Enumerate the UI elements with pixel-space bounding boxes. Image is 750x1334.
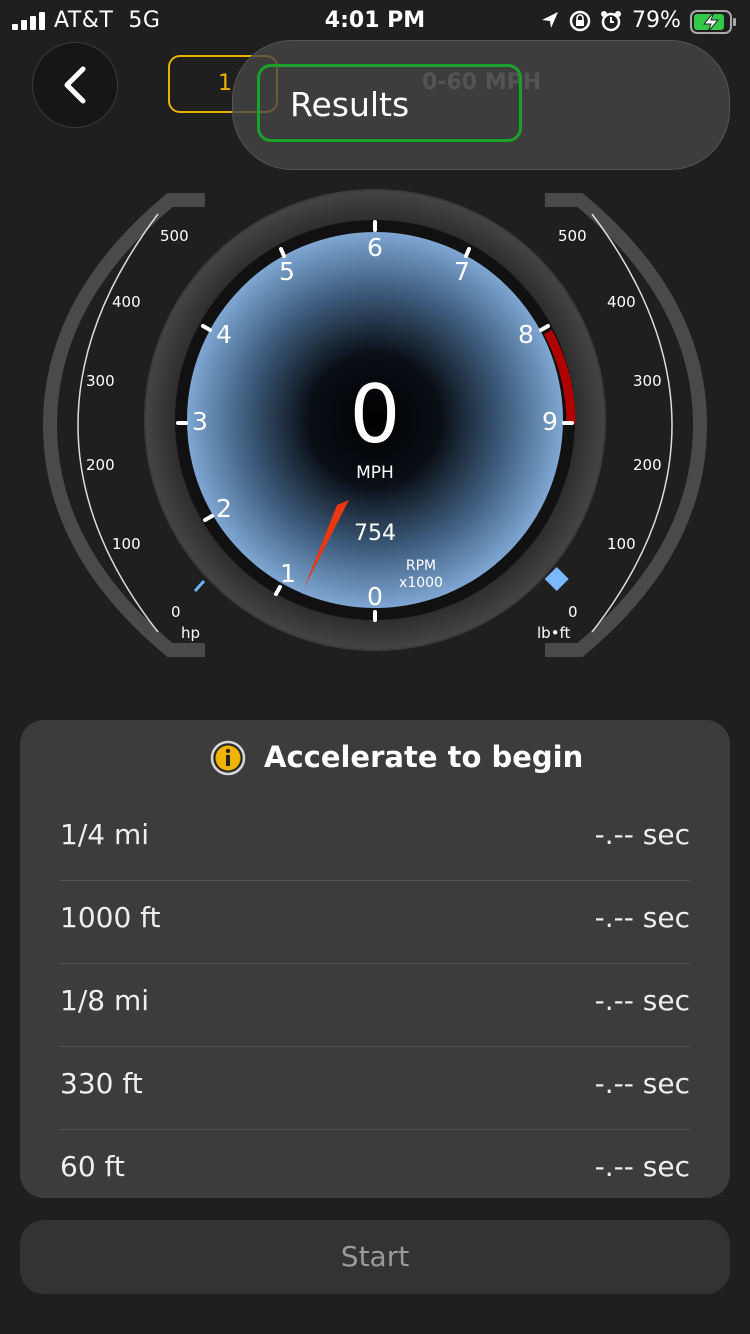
results-option-label: Results xyxy=(290,85,410,124)
result-distance: 1/8 mi xyxy=(60,984,150,1017)
hp-tick-200: 200 xyxy=(86,456,115,474)
result-time: -.-- sec xyxy=(594,1150,690,1183)
rpm-tick-2: 2 xyxy=(216,494,232,523)
rpm-tick-7: 7 xyxy=(454,257,470,286)
speed-unit: MPH xyxy=(356,463,394,483)
speedometer-gauge: 500 400 300 200 100 0 hp 500 400 300 200… xyxy=(42,189,708,657)
torque-tick-200: 200 xyxy=(633,456,662,474)
torque-unit: lb•ft xyxy=(537,624,571,642)
start-button[interactable]: Start xyxy=(20,1220,730,1294)
result-time: -.-- sec xyxy=(594,818,690,851)
result-time: -.-- sec xyxy=(594,1067,690,1100)
hp-tick-100: 100 xyxy=(112,535,141,553)
hp-tick-500: 500 xyxy=(160,227,189,245)
result-row-1000ft: 1000 ft -.-- sec xyxy=(60,881,690,964)
result-distance: 1/4 mi xyxy=(60,818,150,851)
results-header: Accelerate to begin xyxy=(20,738,730,782)
chevron-left-icon xyxy=(64,66,86,104)
torque-tick-100: 100 xyxy=(607,535,636,553)
result-distance: 330 ft xyxy=(60,1067,143,1100)
results-title: Accelerate to begin xyxy=(264,740,584,774)
results-option[interactable]: Results xyxy=(257,64,522,142)
rpm-scale-label: x1000 xyxy=(399,575,443,591)
speed-value: 0 xyxy=(350,368,401,461)
rpm-tick-3: 3 xyxy=(192,407,208,436)
battery-percent: 79% xyxy=(632,8,681,33)
status-bar: AT&T 5G 4:01 PM 79% xyxy=(0,0,750,40)
hp-tick-0: 0 xyxy=(171,603,181,621)
rpm-tick-9: 9 xyxy=(542,407,558,436)
rpm-tick-4: 4 xyxy=(216,320,232,349)
back-button[interactable] xyxy=(32,42,118,128)
hp-unit: hp xyxy=(181,624,200,642)
torque-tick-500: 500 xyxy=(558,227,587,245)
results-card: Accelerate to begin 1/4 mi -.-- sec 1000… xyxy=(20,720,730,1198)
torque-tick-0: 0 xyxy=(568,603,578,621)
result-row-330ft: 330 ft -.-- sec xyxy=(60,1047,690,1130)
rpm-tick-1: 1 xyxy=(280,559,296,588)
rpm-value: 754 xyxy=(354,521,396,546)
result-time: -.-- sec xyxy=(594,984,690,1017)
hp-indicator xyxy=(193,579,206,593)
torque-tick-300: 300 xyxy=(633,372,662,390)
hp-tick-300: 300 xyxy=(86,372,115,390)
result-row-60ft: 60 ft -.-- sec xyxy=(60,1130,690,1212)
rpm-unit-label: RPM xyxy=(406,558,436,574)
hp-tick-400: 400 xyxy=(112,293,141,311)
result-time: -.-- sec xyxy=(594,901,690,934)
result-row-quarter-mile: 1/4 mi -.-- sec xyxy=(60,798,690,881)
location-lock-alarm-icons xyxy=(542,10,621,32)
rpm-tick-8: 8 xyxy=(518,320,534,349)
battery-charging-icon xyxy=(690,10,736,34)
info-icon xyxy=(210,740,246,776)
rpm-tick-6: 6 xyxy=(367,233,383,262)
results-list: 1/4 mi -.-- sec 1000 ft -.-- sec 1/8 mi … xyxy=(60,798,690,1212)
rpm-tick-5: 5 xyxy=(279,257,295,286)
result-row-eighth-mile: 1/8 mi -.-- sec xyxy=(60,964,690,1047)
torque-tick-400: 400 xyxy=(607,293,636,311)
rpm-tick-0: 0 xyxy=(367,582,383,611)
result-distance: 60 ft xyxy=(60,1150,125,1183)
result-distance: 1000 ft xyxy=(60,901,161,934)
